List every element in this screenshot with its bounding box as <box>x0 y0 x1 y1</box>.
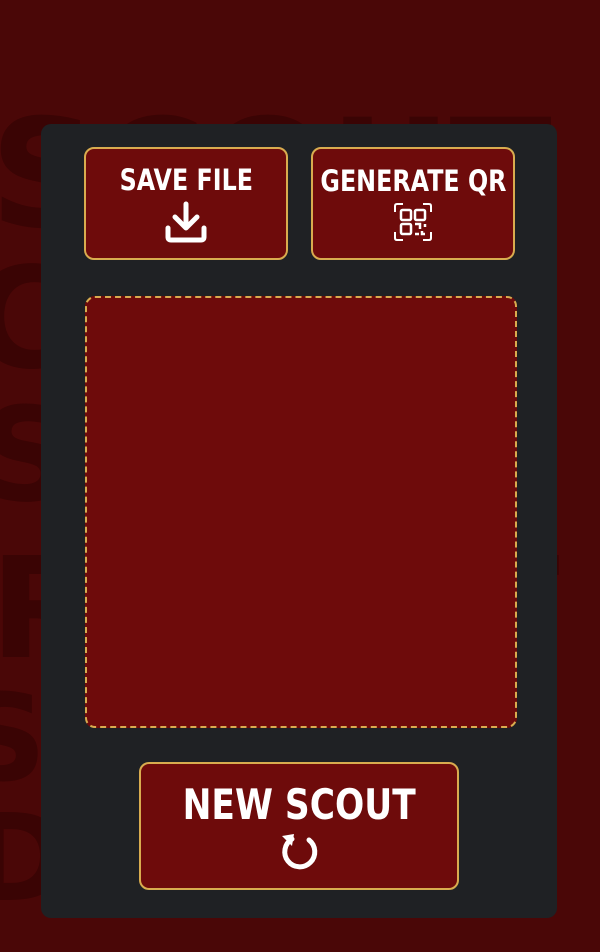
new-scout-label: NEW SCOUT <box>182 780 416 829</box>
refresh-icon <box>282 834 318 870</box>
download-icon <box>165 201 207 243</box>
save-file-button[interactable]: SAVE FILE <box>84 147 288 260</box>
generate-qr-button[interactable]: GENERATE QR <box>311 147 515 260</box>
save-file-label: SAVE FILE <box>119 163 253 197</box>
qr-code-display-area <box>85 296 517 728</box>
qr-code-icon <box>394 203 432 241</box>
generate-qr-label: GENERATE QR <box>319 164 507 198</box>
new-scout-button[interactable]: NEW SCOUT <box>139 762 459 890</box>
